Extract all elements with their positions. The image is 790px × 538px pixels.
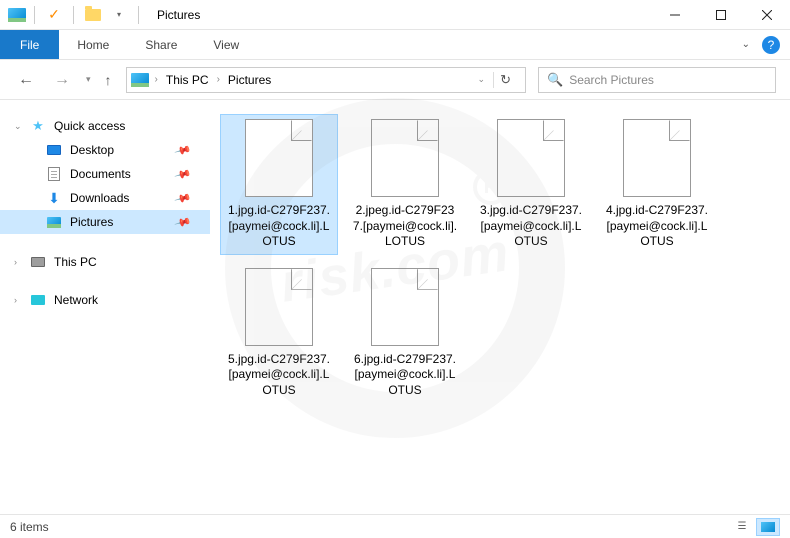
back-button[interactable]: ← [14, 69, 38, 91]
pin-icon: 📌 [174, 189, 192, 207]
home-tab[interactable]: Home [59, 30, 127, 59]
star-icon: ★ [32, 118, 44, 134]
qat-separator [138, 6, 139, 24]
sidebar-item-label: Quick access [54, 119, 125, 133]
search-icon: 🔍 [547, 72, 563, 88]
sidebar-this-pc[interactable]: › This PC [0, 250, 210, 274]
address-bar[interactable]: › This PC › Pictures ⌄ ↻ [126, 67, 526, 93]
qat-separator [34, 6, 35, 24]
ribbon-collapse-button[interactable]: ⌄ [742, 39, 750, 50]
download-icon: ⬇ [48, 190, 60, 207]
qat-customize-button[interactable]: ▾ [108, 4, 130, 26]
file-icon [497, 119, 565, 197]
sidebar-quick-access[interactable]: ⌄ ★ Quick access [0, 114, 210, 138]
expand-icon[interactable]: › [14, 295, 17, 305]
view-tab[interactable]: View [195, 30, 257, 59]
document-icon [48, 167, 60, 181]
file-icon [371, 119, 439, 197]
breadcrumb-root[interactable]: This PC [164, 71, 211, 89]
qat-separator [73, 6, 74, 24]
pc-icon [31, 257, 45, 267]
desktop-icon [47, 145, 61, 155]
file-list[interactable]: 1.jpg.id-C279F237.[paymei@cock.li].LOTUS… [210, 100, 790, 514]
titlebar: ✓ ▾ Pictures [0, 0, 790, 30]
window-title: Pictures [157, 8, 200, 22]
minimize-button[interactable] [652, 0, 698, 30]
minimize-icon [670, 10, 680, 20]
file-name: 1.jpg.id-C279F237.[paymei@cock.li].LOTUS [225, 203, 333, 250]
file-tab[interactable]: File [0, 30, 59, 59]
forward-button[interactable]: → [50, 69, 74, 91]
folder-icon [85, 9, 101, 21]
maximize-icon [716, 10, 726, 20]
navigation-pane: ⌄ ★ Quick access Desktop 📌 Documents 📌 ⬇… [0, 100, 210, 514]
item-count: 6 items [10, 520, 49, 534]
pin-icon: 📌 [174, 165, 192, 183]
file-name: 5.jpg.id-C279F237.[paymei@cock.li].LOTUS [225, 352, 333, 399]
details-view-icon: ☰ [738, 521, 747, 532]
ribbon: File Home Share View ⌄ ? [0, 30, 790, 60]
pin-icon: 📌 [174, 141, 192, 159]
search-placeholder: Search Pictures [569, 73, 654, 87]
large-icons-view-icon [761, 522, 775, 532]
search-input[interactable]: 🔍 Search Pictures [538, 67, 776, 93]
address-history-button[interactable]: ⌄ [478, 74, 486, 85]
file-name: 3.jpg.id-C279F237.[paymei@cock.li].LOTUS [477, 203, 585, 250]
file-icon [245, 119, 313, 197]
file-name: 2.jpeg.id-C279F237.[paymei@cock.li].LOTU… [351, 203, 459, 250]
qat-properties-button[interactable]: ✓ [43, 4, 65, 26]
sidebar-downloads[interactable]: ⬇ Downloads 📌 [0, 186, 210, 210]
file-name: 6.jpg.id-C279F237.[paymei@cock.li].LOTUS [351, 352, 459, 399]
sidebar-pictures[interactable]: Pictures 📌 [0, 210, 210, 234]
expand-icon[interactable]: › [14, 257, 17, 267]
network-icon [31, 295, 45, 305]
file-item[interactable]: 2.jpeg.id-C279F237.[paymei@cock.li].LOTU… [346, 114, 464, 255]
pin-icon: 📌 [174, 213, 192, 231]
file-item[interactable]: 1.jpg.id-C279F237.[paymei@cock.li].LOTUS [220, 114, 338, 255]
chevron-right-icon[interactable]: › [217, 74, 220, 85]
location-icon [131, 73, 149, 87]
sidebar-item-label: Downloads [70, 191, 129, 205]
recent-locations-button[interactable]: ▾ [86, 74, 91, 85]
details-view-button[interactable]: ☰ [730, 518, 754, 536]
help-button[interactable]: ? [762, 36, 780, 54]
close-button[interactable] [744, 0, 790, 30]
sidebar-network[interactable]: › Network [0, 288, 210, 312]
refresh-button[interactable]: ↻ [493, 72, 517, 88]
up-button[interactable]: ↑ [103, 70, 114, 90]
qat-new-folder-button[interactable] [82, 4, 104, 26]
expand-icon[interactable]: ⌄ [14, 121, 22, 132]
file-item[interactable]: 3.jpg.id-C279F237.[paymei@cock.li].LOTUS [472, 114, 590, 255]
file-name: 4.jpg.id-C279F237.[paymei@cock.li].LOTUS [603, 203, 711, 250]
body-area: ⌄ ★ Quick access Desktop 📌 Documents 📌 ⬇… [0, 100, 790, 514]
file-item[interactable]: 6.jpg.id-C279F237.[paymei@cock.li].LOTUS [346, 263, 464, 404]
file-icon [371, 268, 439, 346]
file-item[interactable]: 4.jpg.id-C279F237.[paymei@cock.li].LOTUS [598, 114, 716, 255]
file-icon [623, 119, 691, 197]
file-icon [245, 268, 313, 346]
large-icons-view-button[interactable] [756, 518, 780, 536]
sidebar-desktop[interactable]: Desktop 📌 [0, 138, 210, 162]
chevron-right-icon[interactable]: › [155, 74, 158, 85]
close-icon [762, 10, 772, 20]
check-icon: ✓ [48, 6, 60, 23]
window-controls [652, 0, 790, 30]
sidebar-item-label: This PC [54, 255, 97, 269]
statusbar: 6 items ☰ [0, 514, 790, 538]
maximize-button[interactable] [698, 0, 744, 30]
sidebar-documents[interactable]: Documents 📌 [0, 162, 210, 186]
chevron-down-icon: ▾ [117, 10, 121, 19]
sidebar-item-label: Documents [70, 167, 131, 181]
sidebar-item-label: Desktop [70, 143, 114, 157]
breadcrumb-current[interactable]: Pictures [226, 71, 273, 89]
sidebar-item-label: Network [54, 293, 98, 307]
navbar: ← → ▾ ↑ › This PC › Pictures ⌄ ↻ 🔍 Searc… [0, 60, 790, 100]
share-tab[interactable]: Share [127, 30, 195, 59]
app-icon [8, 8, 26, 22]
sidebar-item-label: Pictures [70, 215, 113, 229]
file-item[interactable]: 5.jpg.id-C279F237.[paymei@cock.li].LOTUS [220, 263, 338, 404]
pictures-icon [47, 217, 61, 228]
